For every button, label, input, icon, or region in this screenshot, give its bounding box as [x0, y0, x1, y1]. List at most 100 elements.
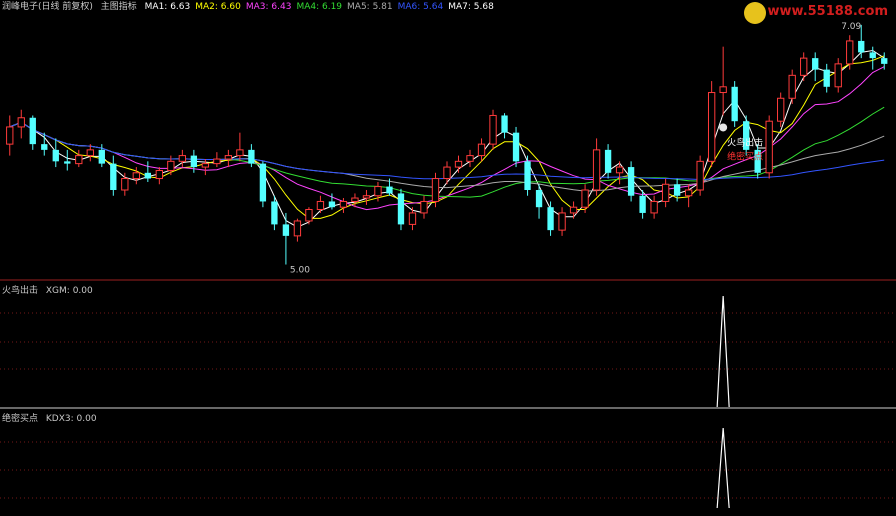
candle-body [339, 200, 348, 208]
candle-body [316, 200, 325, 210]
candle-body [224, 155, 233, 160]
ma-legend-item: MA5: 5.81 [347, 2, 393, 12]
candle-body [121, 178, 129, 191]
high-price-label: 7.09 [841, 22, 861, 32]
candle-body [673, 184, 681, 196]
candle-body [524, 161, 531, 190]
candle-body [86, 149, 94, 157]
grid-layer [0, 279, 896, 499]
candle-body [282, 224, 290, 236]
watermark-logo-icon [744, 2, 766, 24]
candle-body [707, 92, 716, 162]
ma-legend-item: MA1: 6.63 [144, 2, 191, 12]
candle-body [397, 193, 405, 225]
candle-body [454, 160, 463, 168]
candle-body [501, 115, 508, 133]
annotation-layer: 7.09 5.00 火鸟出击绝密买点 [290, 22, 862, 276]
candle-body [512, 132, 520, 162]
candle-body [132, 172, 140, 180]
candle-body [178, 155, 187, 162]
ma-legend-item: MA4: 6.19 [296, 2, 343, 12]
candle-body [248, 149, 255, 164]
chart-svg: 7.095.00火鸟出击绝密买点 [0, 22, 896, 509]
candle-body [881, 58, 888, 64]
signal-spike [716, 295, 730, 408]
candle-body [362, 195, 371, 199]
candle-body [812, 58, 819, 70]
candle-body [328, 201, 336, 208]
candle-body [547, 207, 554, 231]
candle-body [98, 149, 105, 164]
candle-body [604, 149, 612, 173]
candle-body [719, 86, 727, 94]
candle-body [696, 160, 704, 191]
candle-body [800, 57, 808, 76]
sub2-name: 绝密买点 [2, 414, 39, 424]
candle-body [535, 190, 543, 208]
candle-body [155, 170, 164, 180]
candle-body [29, 117, 36, 145]
candle-body [41, 144, 48, 150]
candle-body [558, 212, 566, 231]
candle-body [581, 189, 589, 208]
signal2-label: 绝密买点 [727, 150, 763, 162]
candle-body [351, 197, 359, 202]
sub1-legend: 火鸟出击 XGM: 0.00 [2, 283, 98, 296]
sub2-value: KDX3: 0.00 [45, 414, 97, 424]
candle-body [466, 155, 474, 162]
stock-title: 润峰电子(日线 前复权) [2, 2, 93, 12]
candle-body [443, 166, 451, 180]
candle-body [190, 155, 198, 168]
candle-body [64, 161, 71, 164]
candle-body [110, 163, 117, 190]
sub1-name: 火鸟出击 [2, 286, 39, 296]
candle-body [52, 149, 59, 162]
sub2-legend: 绝密买点 KDX3: 0.00 [2, 411, 102, 424]
candle-body [846, 40, 854, 65]
candle-body [788, 74, 796, 99]
candle-body [834, 63, 842, 88]
candle-body [6, 126, 14, 145]
candle-body [293, 220, 302, 237]
ma-legend-item: MA2: 6.60 [195, 2, 241, 12]
candle-body [201, 163, 210, 168]
candle-body [650, 200, 658, 214]
sub1-value: XGM: 0.00 [45, 286, 93, 296]
candle-body [236, 149, 244, 157]
candle-body [75, 155, 83, 165]
signal-spike [716, 427, 730, 509]
ma-legend-item: MA3: 6.43 [245, 2, 292, 12]
candle-body [374, 186, 382, 197]
candle-body [627, 167, 635, 196]
candle-body [477, 143, 486, 157]
candle-body [431, 178, 440, 202]
candle-body [823, 69, 830, 87]
watermark: www.55188.com [767, 4, 889, 19]
candle-body [615, 166, 624, 174]
candle-body [858, 40, 865, 53]
candle-body [731, 86, 738, 122]
candle-body [639, 195, 646, 213]
candle-body [765, 120, 773, 174]
candle-body [569, 206, 578, 214]
candle-body [259, 163, 267, 202]
signal-panel-2-series [716, 427, 730, 509]
candle-body [489, 114, 497, 145]
signal1-label: 火鸟出击 [727, 136, 763, 148]
low-price-label: 5.00 [290, 266, 310, 276]
indicator-name: 主图指标 [100, 2, 137, 12]
candle-body [592, 149, 601, 191]
candle-body [305, 208, 313, 222]
candle-body [420, 200, 428, 214]
candle-body [144, 172, 151, 179]
candle-body [271, 201, 278, 225]
candle-body [167, 160, 175, 172]
candle-body [17, 117, 25, 128]
candle-body [777, 97, 785, 122]
candle-body [408, 212, 417, 225]
chart-stage: 7.09 5.00 火鸟出击 绝密买点 润峰电子(日线 前复权) 主图指标 MA1: … [0, 0, 896, 512]
candle-body [386, 186, 393, 194]
ma-legend-item: MA7: 5.68 [448, 2, 494, 12]
ma-legend: MA1: 6.63 MA2: 6.60 MA3: 6.43 MA4: 6.19 MA5:… [145, 2, 499, 12]
candle-body [661, 183, 670, 202]
